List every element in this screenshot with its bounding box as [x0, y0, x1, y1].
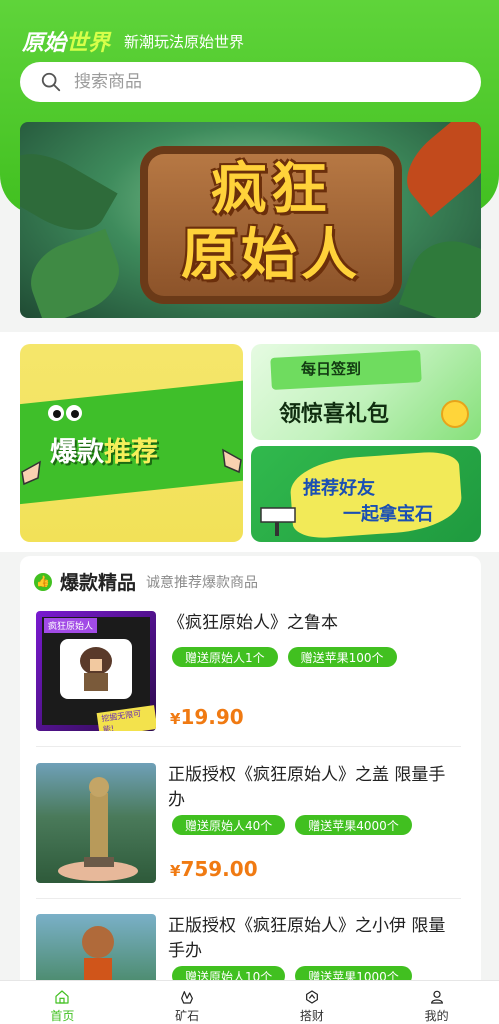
signpost-icon [260, 507, 296, 536]
wealth-icon [305, 990, 318, 1004]
crystal-icon [181, 991, 194, 1004]
tab-profile[interactable]: 我的 [374, 981, 499, 1024]
hero-banner[interactable]: 疯狂 原始人 [20, 122, 481, 318]
banner-title-line2: 原始人 [181, 223, 361, 288]
tab-label: 矿石 [175, 1009, 200, 1023]
brand-bar: 原始世界 新潮玩法原始世界 [22, 26, 244, 56]
product-tags: 赠送原始人40个 赠送苹果4000个 [172, 815, 412, 835]
divider [36, 746, 461, 747]
thumbs-up-icon: 👍 [34, 572, 52, 591]
product-name: 《疯狂原始人》之鲁本 [168, 613, 338, 633]
tab-wealth[interactable]: 搭财 [250, 981, 375, 1024]
section-title: 爆款精品 [60, 572, 137, 594]
hand-right-icon [222, 448, 242, 474]
profile-icon [430, 990, 443, 1004]
thumbnail-caption: 疯狂原始人 [44, 618, 98, 633]
price-value: 19.90 [180, 705, 244, 729]
section-subtitle: 诚意推荐爆款商品 [146, 574, 259, 591]
checkin-reward-text: 领惊喜礼包 [279, 402, 390, 427]
product-name: 正版授权《疯狂原始人》之盖 限量手办 [168, 765, 446, 810]
character-card [60, 639, 132, 699]
search-bar[interactable] [20, 62, 481, 102]
product-price: ¥759.00 [170, 857, 258, 881]
brand-logo-part1: 原始 [22, 31, 67, 56]
leaf-decoration [20, 228, 130, 318]
invite-title: 推荐好友 [303, 478, 375, 499]
eyes-icon [48, 405, 82, 421]
invite-friend-card[interactable]: 推荐好友 一起拿宝石 [251, 446, 481, 542]
invite-subtitle: 一起拿宝石 [343, 504, 433, 525]
home-icon [55, 990, 69, 1004]
hand-left-icon [21, 460, 41, 486]
brand-logo-part2: 世界 [66, 31, 111, 56]
product-thumbnail: 疯狂原始人 挖掘无限可能! [36, 611, 156, 731]
featured-promo-card[interactable]: 爆款推荐 [20, 344, 243, 542]
brand-slogan: 新潮玩法原始世界 [124, 32, 245, 51]
product-price: ¥19.90 [170, 705, 244, 729]
tab-label: 搭财 [299, 1009, 324, 1023]
section-header: 👍 爆款精品 诚意推荐爆款商品 [34, 568, 258, 595]
featured-products-section: 👍 爆款精品 诚意推荐爆款商品 疯狂原始人 挖掘无限可能! 《疯狂原始人》之鲁本… [20, 556, 481, 1024]
product-thumbnail [36, 763, 156, 883]
tab-label: 我的 [424, 1009, 449, 1023]
search-icon [41, 72, 61, 92]
divider [36, 898, 461, 899]
leaf-decoration [399, 229, 481, 318]
tab-ore[interactable]: 矿石 [125, 981, 250, 1024]
featured-promo-title: 爆款推荐 [50, 430, 158, 469]
product-tags: 赠送原始人1个 赠送苹果100个 [172, 647, 397, 667]
product-item[interactable]: 正版授权《疯狂原始人》之盖 限量手办 赠送原始人40个 赠送苹果4000个 ¥7… [36, 763, 461, 899]
featured-promo-title-part2: 推荐 [104, 437, 158, 468]
product-name: 正版授权《疯狂原始人》之小伊 限量手办 [168, 916, 446, 961]
product-tag: 赠送苹果100个 [287, 647, 397, 667]
search-input[interactable] [74, 72, 434, 92]
banner-title: 疯狂 原始人 [140, 144, 402, 302]
product-tag: 赠送苹果4000个 [295, 815, 412, 835]
tab-home[interactable]: 首页 [0, 981, 125, 1024]
tab-label: 首页 [50, 1009, 75, 1023]
product-tag: 赠送原始人40个 [172, 815, 286, 835]
daily-checkin-card[interactable]: 每日签到 领惊喜礼包 [251, 344, 481, 440]
brand-logo: 原始世界 [22, 25, 110, 57]
banner-title-line1: 疯狂 [211, 157, 331, 222]
currency-symbol: ¥ [170, 862, 181, 880]
bottom-tab-bar: 首页 矿石 搭财 我的 [0, 980, 499, 1024]
checkin-label: 每日签到 [301, 360, 362, 378]
featured-promo-title-part1: 爆款 [50, 437, 104, 468]
product-tag: 赠送原始人1个 [172, 647, 278, 667]
currency-symbol: ¥ [170, 710, 181, 728]
character-figure-icon [80, 647, 112, 691]
product-item[interactable]: 疯狂原始人 挖掘无限可能! 《疯狂原始人》之鲁本 赠送原始人1个 赠送苹果100… [36, 611, 461, 747]
leaf-decoration [392, 122, 481, 218]
smiley-icon [441, 400, 469, 428]
price-value: 759.00 [180, 857, 258, 881]
figurine-icon [58, 777, 138, 881]
